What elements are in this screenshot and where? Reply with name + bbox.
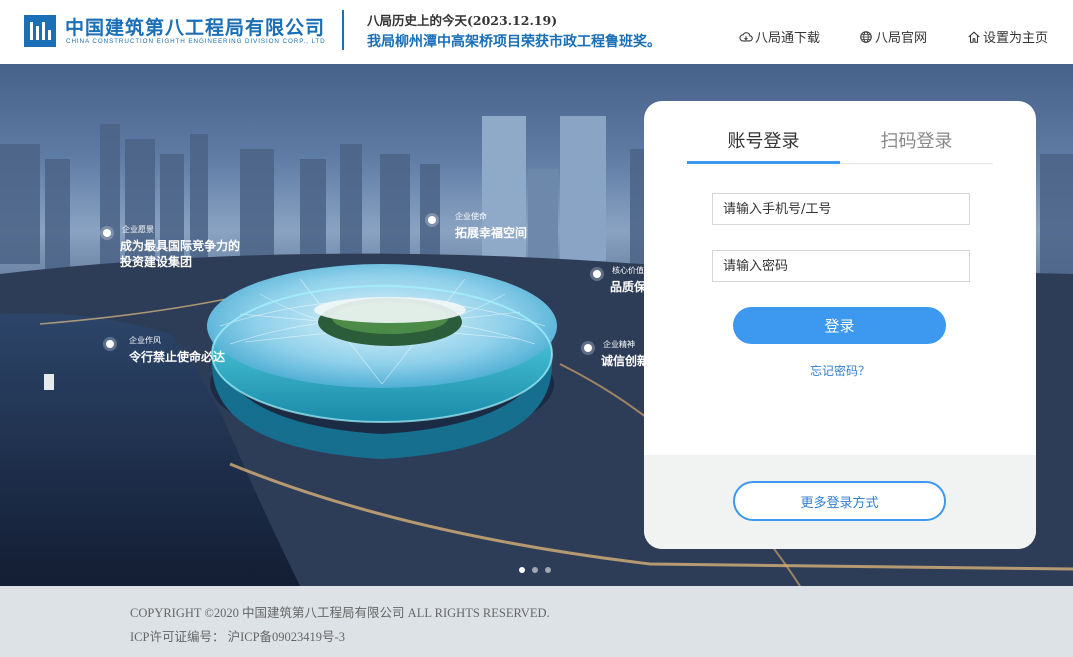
globe-icon [860,30,872,43]
app-download-label: 八局通下载 [755,31,821,46]
callout-dot-icon [581,341,595,355]
carousel-dot-3[interactable] [545,567,551,573]
history-today-news[interactable]: 我局柳州潭中高架桥项目荣获市政工程鲁班奖。 [367,31,661,51]
callout-mission-text: 拓展幸福空间 [455,226,528,240]
app-download-link[interactable]: 八局通下载 [739,27,820,46]
callout-dot-icon [100,226,114,240]
active-tab-indicator [687,161,840,164]
set-homepage-link[interactable]: 设置为主页 [967,27,1048,46]
official-site-link[interactable]: 八局官网 [859,27,927,46]
copyright-text: COPYRIGHT ©2020 中国建筑第八工程局有限公司 ALL RIGHTS… [130,606,550,620]
username-input[interactable] [712,193,970,225]
callout-dot-icon [103,337,117,351]
tab-qr-login[interactable]: 扫码登录 [840,127,993,153]
icp-license-text[interactable]: ICP许可证编号： 沪ICP备09023419号-3 [130,626,345,645]
callout-dot-icon [590,267,604,281]
callout-vision-text: 成为最具国际竞争力的 投资建设集团 [120,239,241,269]
set-homepage-label: 设置为主页 [983,31,1049,46]
password-input[interactable] [712,250,970,282]
company-name[interactable]: 中国建筑第八工程局有限公司 [65,13,325,40]
header-divider [342,10,344,50]
callout-vision-title: 企业愿景 [122,225,154,234]
footer: COPYRIGHT ©2020 中国建筑第八工程局有限公司 ALL RIGHTS… [0,586,1073,657]
forgot-password-link[interactable]: 忘记密码？ [644,362,1036,379]
callout-style-text: 令行禁止使命必达 [129,350,226,364]
callout-mission-title: 企业使命 [455,212,487,221]
more-login-options-button[interactable]: 更多登录方式 [733,481,946,521]
login-panel: 账号登录 扫码登录 登录 忘记密码？ 更多登录方式 [644,101,1036,549]
tab-account-login[interactable]: 账号登录 [687,127,840,153]
carousel-indicators [519,567,551,573]
callout-spirit-text: 诚信创新 [601,354,650,368]
header: 中国建筑第八工程局有限公司 CHINA CONSTRUCTION EIGHTH … [0,0,1073,64]
callout-values-text: 品质保 [610,280,647,294]
callout-dot-icon [425,213,439,227]
history-today-title: 八局历史上的今天(2023.12.19) [367,13,558,28]
company-name-en: CHINA CONSTRUCTION EIGHTH ENGINEERING DI… [66,38,326,45]
carousel-dot-2[interactable] [532,567,538,573]
callout-style-title: 企业作风 [129,336,161,345]
carousel-dot-1[interactable] [519,567,525,573]
home-icon [968,31,980,43]
official-site-label: 八局官网 [875,31,928,46]
cloud-icon [739,31,753,41]
callout-spirit-title: 企业精神 [603,340,635,349]
login-button[interactable]: 登录 [733,307,946,344]
company-logo-icon[interactable] [24,15,56,47]
callout-values-title: 核心价值 [612,266,644,275]
